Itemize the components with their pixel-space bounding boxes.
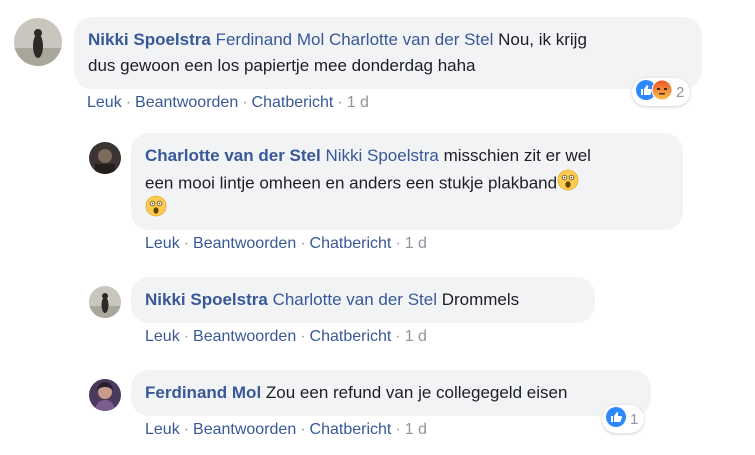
angry-icon: [651, 79, 673, 105]
chat-link[interactable]: Chatbericht: [310, 235, 392, 252]
reaction-summary[interactable]: 2: [632, 78, 691, 106]
tagged-users[interactable]: Nikki Spoelstra: [325, 146, 438, 165]
reply-link[interactable]: Beantwoorden: [193, 421, 296, 438]
comment-bubble: Charlotte van der Stel Nikki Spoelstra m…: [131, 133, 683, 230]
reply-link[interactable]: Beantwoorden: [135, 94, 238, 111]
comment-text: Nou, ik krijg: [498, 30, 587, 49]
like-link[interactable]: Leuk: [145, 421, 180, 438]
like-link[interactable]: Leuk: [145, 235, 180, 252]
timestamp[interactable]: 1 d: [405, 328, 427, 345]
avatar[interactable]: [14, 18, 62, 66]
comment-author[interactable]: Charlotte van der Stel: [145, 146, 321, 165]
tagged-users[interactable]: Ferdinand Mol Charlotte van der Stel: [216, 30, 494, 49]
reaction-count: 1: [630, 410, 639, 428]
comment-actions: Leuk · Beantwoorden · Chatbericht · 1 d: [87, 94, 369, 112]
timestamp[interactable]: 1 d: [347, 94, 369, 111]
comment-author[interactable]: Nikki Spoelstra: [145, 290, 268, 309]
comment-text: misschien zit er wel: [443, 146, 591, 165]
like-icon: [606, 406, 626, 432]
separator: ·: [395, 235, 401, 252]
comment-actions: Leuk · Beantwoorden · Chatbericht · 1 d: [145, 235, 427, 253]
comment-actions: Leuk · Beantwoorden · Chatbericht · 1 d: [145, 328, 427, 346]
avatar[interactable]: [89, 142, 121, 174]
avatar[interactable]: [89, 379, 121, 411]
separator: ·: [183, 421, 190, 438]
chat-link[interactable]: Chatbericht: [310, 328, 392, 345]
separator: ·: [300, 328, 306, 345]
reaction-summary[interactable]: 1: [602, 405, 645, 433]
reaction-count: 2: [676, 83, 685, 101]
like-link[interactable]: Leuk: [145, 328, 180, 345]
separator: ·: [183, 328, 190, 345]
comment-text: Drommels: [441, 290, 520, 309]
separator: ·: [337, 94, 343, 111]
comment-text: dus gewoon een los papiertje mee donderd…: [88, 56, 476, 75]
comment-bubble: Nikki Spoelstra Charlotte van der Stel D…: [131, 277, 595, 323]
comment-bubble: Nikki Spoelstra Ferdinand Mol Charlotte …: [74, 17, 702, 89]
avatar[interactable]: [89, 286, 121, 318]
separator: ·: [125, 94, 132, 111]
chat-link[interactable]: Chatbericht: [252, 94, 334, 111]
shocked-face-emoji: [145, 195, 167, 225]
timestamp[interactable]: 1 d: [405, 235, 427, 252]
reply-link[interactable]: Beantwoorden: [193, 328, 296, 345]
comment-actions: Leuk · Beantwoorden · Chatbericht · 1 d: [145, 421, 427, 439]
like-link[interactable]: Leuk: [87, 94, 122, 111]
shocked-face-emoji: [557, 169, 579, 199]
separator: ·: [183, 235, 190, 252]
comment-bubble: Ferdinand Mol Zou een refund van je coll…: [131, 370, 651, 416]
comment-text: een mooi lintje omheen en anders een stu…: [145, 173, 558, 193]
chat-link[interactable]: Chatbericht: [310, 421, 392, 438]
tagged-users[interactable]: Charlotte van der Stel: [273, 290, 437, 309]
comment-author[interactable]: Ferdinand Mol: [145, 383, 261, 402]
separator: ·: [300, 421, 306, 438]
separator: ·: [300, 235, 306, 252]
comment-author[interactable]: Nikki Spoelstra: [88, 30, 211, 49]
separator: ·: [395, 328, 401, 345]
comment-text: Zou een refund van je collegegeld eisen: [265, 383, 568, 402]
reply-link[interactable]: Beantwoorden: [193, 235, 296, 252]
timestamp[interactable]: 1 d: [405, 421, 427, 438]
separator: ·: [242, 94, 248, 111]
separator: ·: [395, 421, 401, 438]
